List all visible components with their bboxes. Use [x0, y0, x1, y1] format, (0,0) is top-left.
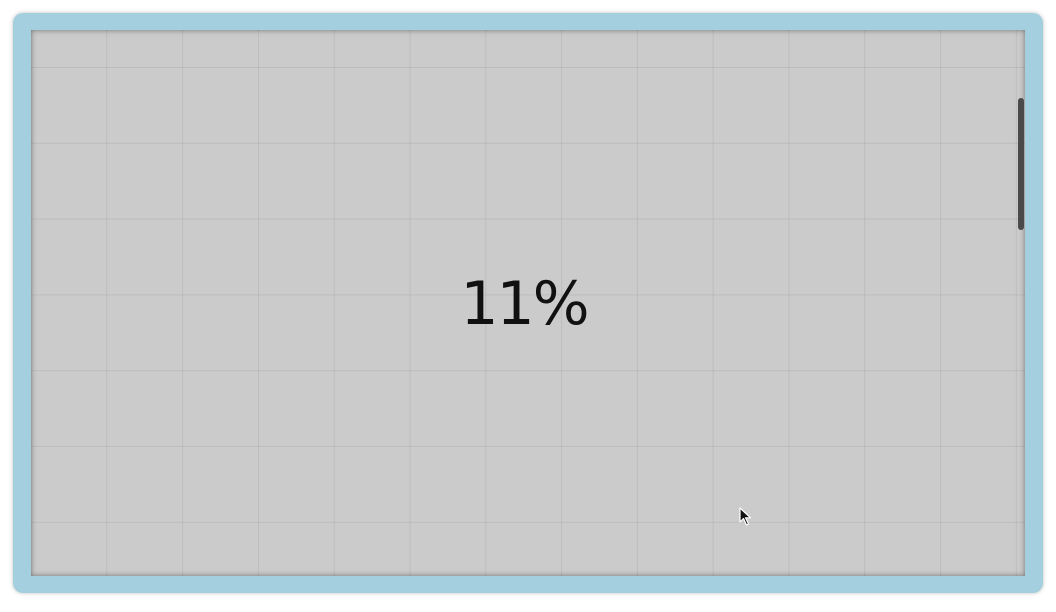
vertical-scrollbar[interactable] — [1018, 98, 1024, 230]
mouse-pointer-icon — [739, 507, 752, 526]
percent-readout: 11% — [460, 269, 589, 339]
grid-canvas: 11% — [31, 30, 1025, 576]
window-frame: 11% — [13, 13, 1043, 593]
